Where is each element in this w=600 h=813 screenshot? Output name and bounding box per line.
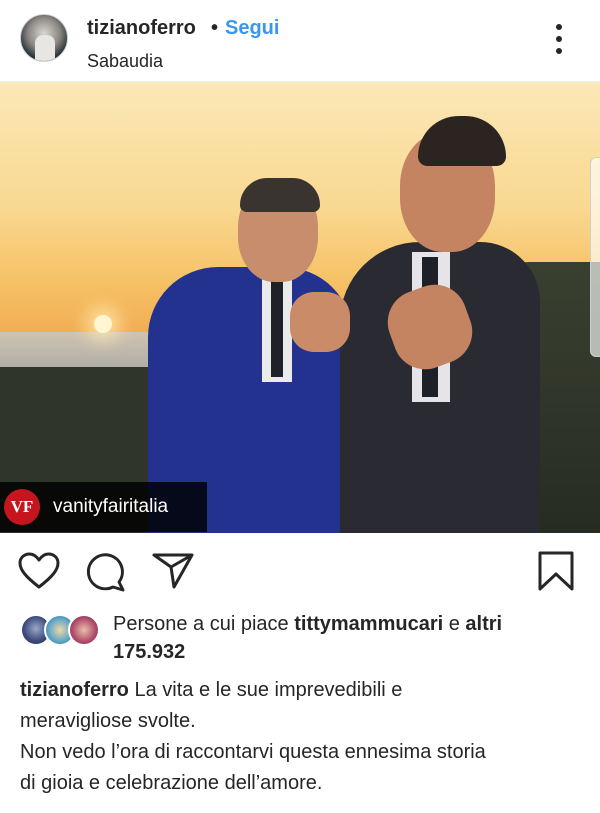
more-options-icon[interactable] [548,22,570,56]
separator-dot: • [211,17,219,39]
scroll-edge-handle[interactable] [590,157,600,357]
action-bar [0,533,600,608]
caption-line-2: meravigliose svolte. [20,710,196,732]
photo-hair-right [418,116,506,166]
photo-sun [94,315,112,333]
likes-others-link[interactable]: altri [465,613,502,635]
caption-line-3: Non vedo l’ora di raccontarvi questa enn… [20,741,486,763]
tagged-user-badge[interactable]: VF vanityfairitalia [0,482,207,532]
caption-username[interactable]: tizianoferro [20,679,129,701]
comment-icon[interactable] [86,552,126,592]
caption-line-4: di gioia e celebrazione dell’amore. [20,772,323,794]
photo-hand-left [290,292,350,352]
post-header: tizianoferro • Segui Sabaudia [0,0,600,82]
heart-icon[interactable] [18,552,60,590]
photo-tie-left [271,277,283,377]
caption-line-1: La vita e le sue imprevedibili e [128,679,403,701]
photo-hair-left [240,178,320,212]
post-photo[interactable]: VF vanityfairitalia [0,82,600,533]
likes-middle: e [443,613,466,635]
tagged-username[interactable]: vanityfairitalia [53,496,168,518]
likes-count[interactable]: 175.932 [113,641,185,664]
avatar[interactable] [20,14,68,62]
follow-button[interactable]: Segui [225,17,279,40]
likes-user-link[interactable]: tittymammucari [294,613,443,635]
vanity-fair-logo: VF [4,489,40,525]
caption-line-5: —- [20,799,590,813]
location-link[interactable]: Sabaudia [87,51,163,72]
liker-avatar [68,614,100,646]
post-username[interactable]: tizianoferro [87,17,196,40]
share-icon[interactable] [152,553,194,589]
likes-summary: Persone a cui piace tittymammucari e alt… [113,613,502,636]
bookmark-icon[interactable] [538,551,574,591]
post-caption: tizianoferro La vita e le sue imprevedib… [20,675,590,813]
likes-prefix: Persone a cui piace [113,613,295,635]
liker-avatars[interactable] [20,614,104,646]
